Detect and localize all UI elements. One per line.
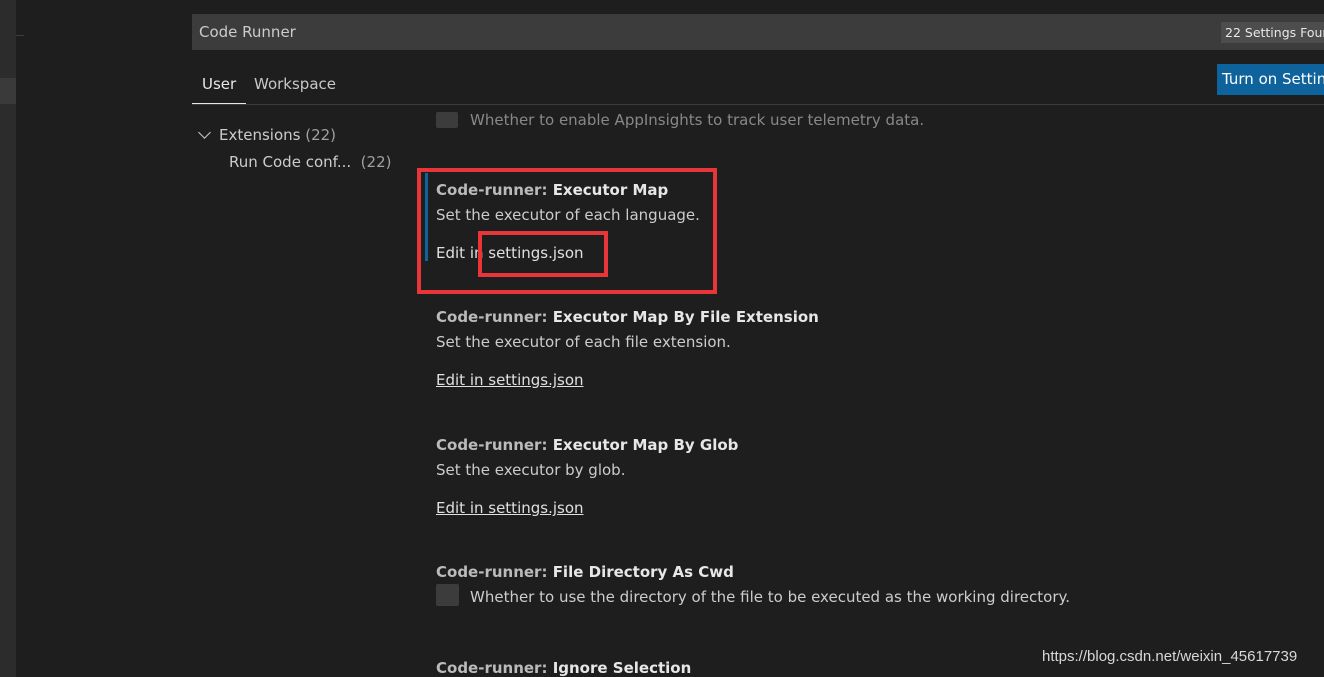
settings-toc: Extensions (22) Run Code conf... (22) [192, 122, 402, 176]
settings-scope-tabs: User Workspace [192, 64, 1324, 105]
tab-user[interactable]: User [192, 64, 247, 104]
sidebar-divider [16, 35, 24, 36]
setting-title: Code-runner: Executor Map By Glob [436, 436, 739, 454]
setting-title: Code-runner: File Directory As Cwd [436, 563, 734, 581]
setting-partial-row: Whether to enable AppInsights to track u… [436, 108, 1324, 130]
settings-sync-button[interactable]: Turn on Settings Sync [1217, 64, 1324, 95]
setting-title: Code-runner: Ignore Selection [436, 659, 692, 677]
setting-title: Code-runner: Executor Map [436, 181, 669, 199]
settings-search-input[interactable] [192, 14, 1092, 50]
activity-bar-active-item[interactable] [0, 78, 16, 104]
tab-workspace[interactable]: Workspace [254, 64, 336, 104]
toc-item-label: Run Code conf... (22) [229, 153, 392, 171]
toc-item-count: (22) [305, 126, 337, 144]
setting-description: Whether to enable AppInsights to track u… [470, 111, 925, 129]
edit-in-settings-json-link[interactable]: Edit in settings.json [436, 244, 584, 262]
setting-checkbox[interactable] [436, 112, 458, 128]
toc-item-count: (22) [360, 153, 392, 171]
chevron-down-icon [198, 126, 211, 139]
setting-title: Code-runner: Executor Map By File Extens… [436, 308, 819, 326]
setting-description: Set the executor of each language. [436, 206, 700, 224]
edit-in-settings-json-link[interactable]: Edit in settings.json [436, 371, 584, 389]
toc-item-run-code[interactable]: Run Code conf... (22) [192, 149, 402, 176]
watermark: https://blog.csdn.net/weixin_45617739 [1042, 648, 1298, 665]
toc-item-extensions[interactable]: Extensions (22) [192, 122, 402, 149]
setting-focus-indicator [425, 173, 428, 261]
setting-description: Set the executor by glob. [436, 461, 626, 479]
edit-in-settings-json-link[interactable]: Edit in settings.json [436, 499, 584, 517]
settings-list: Whether to enable AppInsights to track u… [420, 104, 1324, 677]
setting-checkbox[interactable] [436, 584, 459, 606]
sidebar-area [16, 0, 192, 677]
toc-item-label: Extensions (22) [219, 126, 337, 144]
setting-description: Whether to use the directory of the file… [470, 588, 1071, 606]
settings-search-bar: 22 Settings Found [192, 14, 1324, 50]
settings-count-badge: 22 Settings Found [1221, 22, 1324, 43]
setting-description: Set the executor of each file extension. [436, 333, 731, 351]
activity-bar [0, 0, 16, 677]
